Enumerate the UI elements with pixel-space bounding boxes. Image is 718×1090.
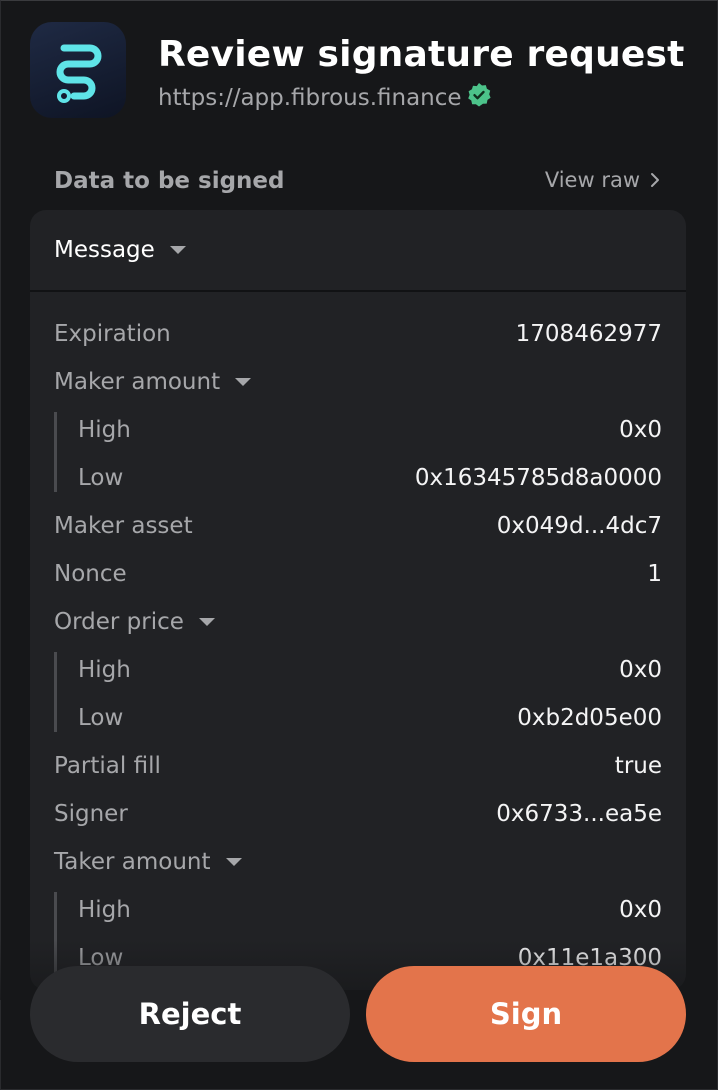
field-row-taker-amount[interactable]: Taker amount (54, 838, 662, 886)
field-value: 0x0 (619, 417, 662, 443)
verified-check-icon (466, 82, 492, 114)
caret-down-icon (198, 618, 215, 626)
chevron-right-icon (651, 173, 659, 187)
field-value: 1 (647, 561, 662, 587)
field-value: 0x0 (619, 897, 662, 923)
field-key-group: Order price (54, 609, 216, 635)
field-value: 0x049d...4dc7 (496, 513, 662, 539)
field-key: Maker asset (54, 513, 193, 539)
field-key: High (78, 417, 131, 443)
field-key: Taker amount (54, 849, 211, 875)
fibrous-logo-icon (30, 22, 126, 118)
field-key: Signer (54, 801, 128, 827)
nest-indicator (54, 652, 57, 732)
origin-label: https://app.fibrous.finance (158, 85, 462, 111)
caret-down-icon (225, 858, 242, 866)
field-row-nonce: Nonce 1 (54, 550, 662, 598)
message-label: Message (54, 237, 155, 263)
field-key: Expiration (54, 321, 171, 347)
data-to-be-signed-label: Data to be signed (54, 168, 285, 194)
field-key: Order price (54, 609, 184, 635)
field-key: Maker amount (54, 369, 221, 395)
field-key-group: Maker amount (54, 369, 252, 395)
field-row-order-price[interactable]: Order price (54, 598, 662, 646)
field-key: High (78, 657, 131, 683)
field-row-maker-amount-high: High 0x0 (78, 406, 662, 454)
nest-indicator (54, 892, 57, 982)
view-raw-label: View raw (544, 168, 640, 192)
field-key: Nonce (54, 561, 127, 587)
nest-indicator (54, 412, 57, 492)
reject-button[interactable]: Reject (30, 966, 350, 1062)
field-row-taker-amount-high: High 0x0 (78, 886, 662, 934)
field-key: High (78, 897, 131, 923)
field-row-order-price-high: High 0x0 (78, 646, 662, 694)
field-row-order-price-low: Low 0xb2d05e00 (78, 694, 662, 742)
field-row-maker-amount[interactable]: Maker amount (54, 358, 662, 406)
origin-url: https://app.fibrous.finance (158, 82, 492, 114)
field-key: Low (78, 705, 124, 731)
field-key: Low (78, 465, 124, 491)
field-row-maker-amount-low: Low 0x16345785d8a0000 (78, 454, 662, 502)
field-value: true (614, 753, 662, 779)
field-row-signer: Signer 0x6733...ea5e (54, 790, 662, 838)
caret-down-icon (235, 378, 252, 386)
message-card: Message Expiration 1708462977 Maker amou… (30, 210, 686, 990)
page-title: Review signature request (158, 34, 685, 75)
field-key-group: Taker amount (54, 849, 243, 875)
field-value: 1708462977 (515, 321, 662, 347)
field-row-expiration: Expiration 1708462977 (54, 310, 662, 358)
message-toggle[interactable]: Message (30, 210, 686, 292)
field-value: 0xb2d05e00 (517, 705, 662, 731)
view-raw-link[interactable]: View raw (545, 168, 660, 192)
field-row-partial-fill: Partial fill true (54, 742, 662, 790)
field-row-maker-asset: Maker asset 0x049d...4dc7 (54, 502, 662, 550)
field-value: 0x16345785d8a0000 (414, 465, 662, 491)
field-value: 0x6733...ea5e (496, 801, 662, 827)
caret-down-icon (169, 246, 186, 254)
field-key: Partial fill (54, 753, 161, 779)
sign-button[interactable]: Sign (366, 966, 686, 1062)
field-value: 0x0 (619, 657, 662, 683)
